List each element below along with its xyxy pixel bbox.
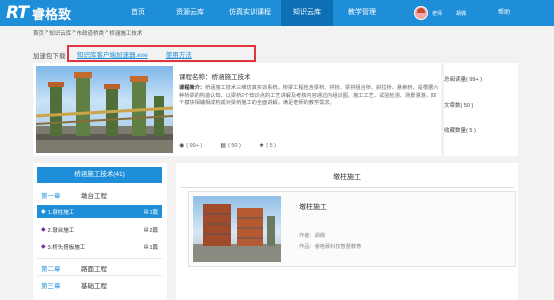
nav-resource-library[interactable]: 资源云库: [161, 0, 219, 26]
breadcrumb-category[interactable]: 市政道桥类: [76, 29, 104, 37]
summary-stats-panel: 总阅读量( 99+ ) 文章数( 50 ) 收藏数量( 5 ): [444, 63, 518, 156]
eye-icon: ◉: [179, 143, 185, 149]
favorites-stat[interactable]: ★ ( 5 ): [259, 142, 276, 150]
favorite-count-value: ( 5 ): [466, 128, 476, 134]
course-intro: 课程简介：桥涵施工技术三维仿真实训系统，桥梁工程包含梁桥、拱桥、梁拱组合桥、斜拉…: [179, 85, 441, 108]
divider: [37, 258, 162, 259]
article-author: 作者：胡偶: [299, 233, 325, 239]
views-count: ( 99+ ): [186, 142, 203, 149]
document-icon: ▤: [143, 226, 149, 233]
lesson-count: ▤ 1篇: [144, 208, 158, 216]
article-count: 文章数( 50 ): [444, 101, 473, 109]
total-reads-label: 总阅读量: [444, 77, 467, 83]
course-intro-label: 课程简介：: [179, 85, 205, 91]
logo-text: 睿格致: [31, 6, 71, 22]
chapter-item[interactable]: 第三章 基础工程: [41, 280, 107, 290]
nav-home[interactable]: 首页: [115, 0, 161, 26]
usage-guide-link[interactable]: 使用方法: [166, 49, 192, 59]
breadcrumb-home[interactable]: 首页: [33, 29, 44, 37]
lesson-count-value: 2篇: [149, 227, 158, 234]
document-icon: ▤: [143, 243, 149, 250]
lesson-label: 2.墩台施工: [47, 227, 75, 234]
course-title: 课程名称：桥涵施工技术: [179, 74, 251, 81]
chapter-item[interactable]: 第二章 路面工程: [41, 263, 107, 273]
diamond-icon: ◆: [41, 209, 46, 215]
total-reads: 总阅读量( 99+ ): [444, 75, 482, 83]
breadcrumb-sep: >: [72, 29, 76, 35]
course-cover-image: [36, 66, 173, 153]
lesson-count-value: 1篇: [149, 244, 158, 251]
chapter-menu: 桥涵施工技术(41) 第一章 墩台工程 ◆ 1.墩柱施工 ▤ 1篇 ◆ 2.墩台施…: [33, 163, 167, 300]
top-navbar: RT 睿格致 首页 资源云库 仿真实训课程 知识云库 教学管理 老师 胡偶 帮助: [0, 0, 554, 26]
lesson-label: 3.桥头搭板施工: [47, 244, 86, 251]
article-title[interactable]: 墩柱施工: [299, 202, 327, 212]
avatar[interactable]: [414, 6, 428, 20]
document-icon: ▤: [220, 143, 226, 149]
articles-count: ( 50 ): [227, 142, 241, 149]
user-name: 胡偶: [456, 10, 467, 17]
chapter-name: 路面工程: [81, 266, 107, 273]
download-highlight-box: 知识库客户端加速器.exe 使用方法: [67, 45, 256, 62]
chapter-name: 基础工程: [81, 283, 107, 290]
help-link[interactable]: 帮助: [498, 0, 510, 26]
article-thumbnail[interactable]: [193, 196, 281, 262]
lesson-count: ▤ 1篇: [144, 243, 158, 251]
chapter-number: 第一章: [41, 193, 61, 200]
lesson-item[interactable]: ◆ 2.墩台施工 ▤ 2篇: [37, 223, 162, 236]
favorites-count: ( 5 ): [266, 142, 276, 149]
user-role: 老师: [432, 10, 443, 17]
nav-knowledge-library[interactable]: 知识云库: [281, 0, 333, 26]
chapter-number: 第三章: [41, 283, 61, 290]
articles-stat: ▤ ( 50 ): [220, 142, 241, 150]
course-info-card: 课程名称：桥涵施工技术 课程简介：桥涵施工技术三维仿真实训系统，桥梁工程包含梁桥…: [33, 63, 441, 156]
favorite-count: 收藏数量( 5 ): [444, 126, 476, 134]
content-panel: 墩柱施工 墩柱施工 作者：胡偶 作品：睿格致科技智慧教育: [176, 163, 518, 300]
user-profile[interactable]: 老师 胡偶: [414, 3, 466, 23]
diamond-icon: ◆: [41, 244, 46, 250]
breadcrumb-sep: >: [104, 29, 109, 35]
lesson-count-value: 1篇: [149, 209, 158, 216]
breadcrumb-sep: >: [45, 29, 49, 35]
nav-simulation-course[interactable]: 仿真实训课程: [219, 0, 281, 26]
nav-teaching-management[interactable]: 教学管理: [333, 0, 391, 26]
divider: [37, 275, 162, 276]
chapter-item[interactable]: 第一章 墩台工程: [41, 190, 107, 200]
logo[interactable]: RT 睿格致: [6, 3, 71, 23]
star-icon[interactable]: ★: [259, 142, 264, 149]
diamond-icon: ◆: [41, 227, 46, 233]
accelerator-download-link[interactable]: 知识库客户端加速器.exe: [77, 49, 148, 59]
lesson-label: 1.墩柱施工: [47, 209, 75, 216]
document-icon: ▤: [143, 208, 149, 215]
chapter-menu-header: 桥涵施工技术(41): [37, 167, 162, 183]
favorite-count-label: 收藏数量: [444, 128, 467, 134]
divider: [180, 187, 514, 188]
chapter-name: 墩台工程: [81, 193, 107, 200]
views-stat: ◉ ( 99+ ): [179, 142, 203, 150]
main-nav: 首页 资源云库 仿真实训课程 知识云库 教学管理: [115, 0, 391, 26]
lesson-count: ▤ 2篇: [144, 226, 158, 234]
section-title: 墩柱施工: [333, 174, 361, 181]
logo-rt: RT: [6, 3, 29, 23]
breadcrumb-current: 桥涵施工技术: [109, 31, 143, 37]
lesson-item[interactable]: ◆ 3.桥头搭板施工 ▤ 1篇: [37, 240, 162, 253]
lesson-item[interactable]: ◆ 1.墩柱施工 ▤ 1篇: [37, 205, 162, 218]
article-card[interactable]: 墩柱施工 作者：胡偶 作品：睿格致科技智慧教育: [188, 191, 516, 267]
total-reads-value: ( 99+ ): [466, 77, 483, 83]
breadcrumb-knowledge[interactable]: 知识云库: [49, 29, 71, 37]
course-intro-text: 桥涵施工技术三维仿真实训系统，桥梁工程包含梁桥、拱桥、梁拱组合桥、斜拉桥、悬索桥…: [179, 85, 439, 107]
download-label: 加速包下载: [33, 53, 66, 60]
chapter-number: 第二章: [41, 266, 61, 273]
breadcrumb: 首页 > 知识云库 > 市政道桥类 > 桥涵施工技术: [33, 29, 143, 37]
article-count-label: 文章数: [444, 103, 461, 109]
article-count-value: ( 50 ): [460, 103, 474, 109]
article-source: 作品：睿格致科技智慧教育: [299, 244, 362, 250]
course-stats: ◉ ( 99+ ) ▤ ( 50 ) ★ ( 5 ): [179, 142, 294, 150]
